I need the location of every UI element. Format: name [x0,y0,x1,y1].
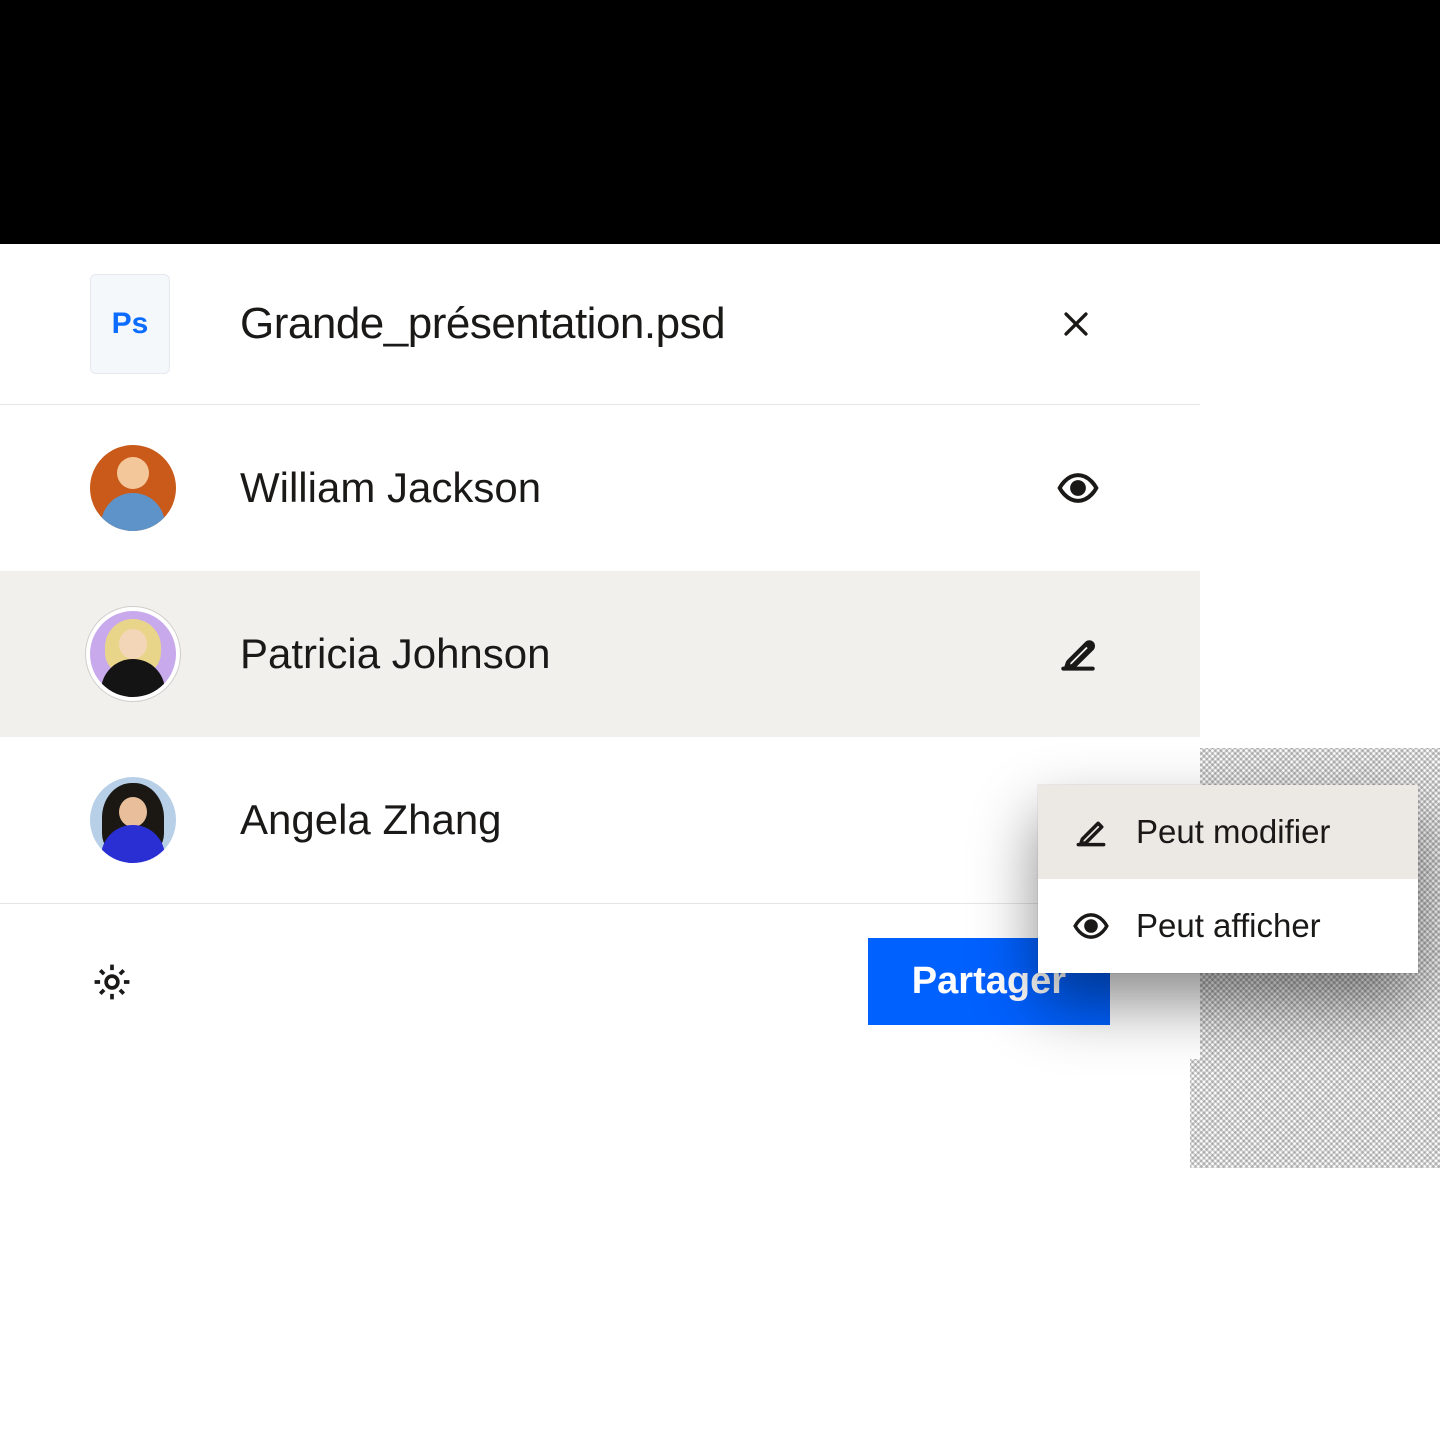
avatar [90,611,176,697]
eye-icon [1072,907,1110,945]
permission-toggle[interactable] [1056,466,1100,510]
permission-toggle[interactable] [1056,632,1100,676]
person-name: William Jackson [240,464,1056,512]
dropdown-option-label: Peut modifier [1136,813,1330,851]
edit-icon [1072,813,1110,851]
avatar [90,445,176,531]
edit-icon [1056,632,1100,676]
settings-button[interactable] [90,960,134,1004]
close-button[interactable] [1052,300,1100,348]
top-black-bar [0,0,1440,244]
dropdown-option-edit[interactable]: Peut modifier [1038,785,1418,879]
permission-dropdown: Peut modifier Peut afficher [1038,785,1418,973]
person-name: Angela Zhang [240,796,1056,844]
file-name: Grande_présentation.psd [240,299,1052,349]
share-dialog: Ps Grande_présentation.psd William Jacks… [0,244,1200,1059]
gear-icon [90,960,134,1004]
person-row[interactable]: William Jackson [0,405,1200,571]
person-row[interactable]: Patricia Johnson [0,571,1200,737]
file-type-label: Ps [112,307,149,341]
eye-icon [1056,466,1100,510]
close-icon [1059,307,1093,341]
avatar [90,777,176,863]
person-row[interactable]: Angela Zhang [0,737,1200,903]
dialog-footer: Partager [0,903,1200,1059]
dialog-header: Ps Grande_présentation.psd [0,244,1200,405]
person-name: Patricia Johnson [240,630,1056,678]
dropdown-option-view[interactable]: Peut afficher [1038,879,1418,973]
dropdown-option-label: Peut afficher [1136,907,1321,945]
file-type-icon: Ps [90,274,170,374]
